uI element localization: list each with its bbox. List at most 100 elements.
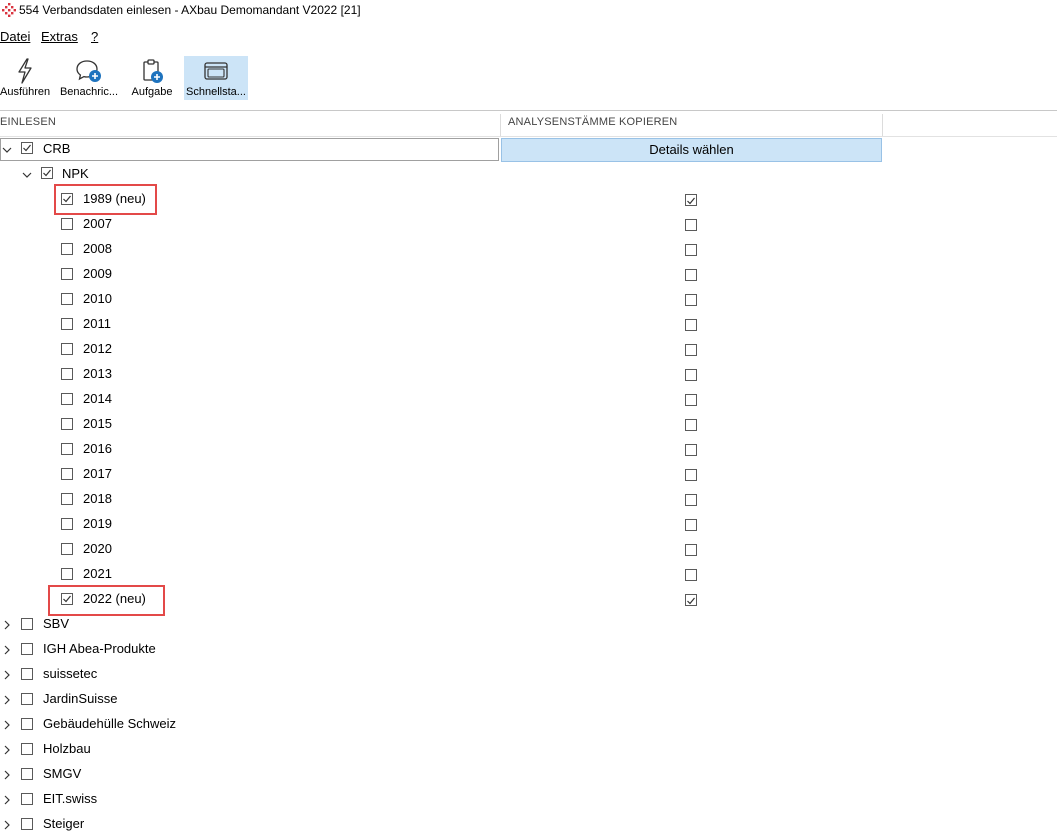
chevron-down-icon[interactable] bbox=[22, 170, 32, 180]
menu-help-label: ? bbox=[91, 29, 99, 44]
tree-row-year[interactable]: 2021 bbox=[0, 562, 499, 587]
column-divider[interactable] bbox=[500, 114, 501, 136]
tree-row-year[interactable]: 2011 bbox=[0, 312, 499, 337]
chevron-right-icon[interactable] bbox=[2, 795, 12, 805]
tree-label-year: 2016 bbox=[83, 441, 112, 456]
tree-label-year: 2020 bbox=[83, 541, 112, 556]
analysis-checkbox[interactable] bbox=[685, 419, 697, 431]
checkbox-year[interactable] bbox=[61, 443, 73, 455]
tree-label-year: 2019 bbox=[83, 516, 112, 531]
tree-row-year[interactable]: 2007 bbox=[0, 212, 499, 237]
chevron-right-icon[interactable] bbox=[2, 770, 12, 780]
menu-datei[interactable]: Datei bbox=[0, 29, 30, 44]
tree-row-group[interactable]: Steiger bbox=[0, 812, 499, 837]
tree-row-year[interactable]: 2018 bbox=[0, 487, 499, 512]
column-header-analysenstaemme[interactable]: ANALYSENSTÄMME KOPIEREN bbox=[508, 116, 677, 136]
checkbox-year[interactable] bbox=[61, 218, 73, 230]
tree-row-year[interactable]: 2019 bbox=[0, 512, 499, 537]
menu-help[interactable]: ? bbox=[91, 29, 98, 44]
checkbox-year[interactable] bbox=[61, 243, 73, 255]
chevron-right-icon[interactable] bbox=[2, 820, 12, 830]
tree-row-year[interactable]: 2008 bbox=[0, 237, 499, 262]
checkbox-group[interactable] bbox=[21, 818, 33, 830]
analysis-checkbox[interactable] bbox=[685, 594, 697, 606]
tree-row-year[interactable]: 2010 bbox=[0, 287, 499, 312]
checkbox-year[interactable] bbox=[61, 343, 73, 355]
analysis-checkbox[interactable] bbox=[685, 444, 697, 456]
analysis-checkbox[interactable] bbox=[685, 519, 697, 531]
tree-label-year: 2014 bbox=[83, 391, 112, 406]
checkbox-crb[interactable] bbox=[21, 142, 33, 154]
lightning-icon bbox=[18, 58, 32, 84]
tree-row-year[interactable]: 2012 bbox=[0, 337, 499, 362]
checkbox-year[interactable] bbox=[61, 293, 73, 305]
checkbox-year[interactable] bbox=[61, 268, 73, 280]
checkbox-year[interactable] bbox=[61, 493, 73, 505]
tree-row-group[interactable]: EIT.swiss bbox=[0, 787, 499, 812]
tree-row-group[interactable]: IGH Abea-Produkte bbox=[0, 637, 499, 662]
analysis-checkbox[interactable] bbox=[685, 294, 697, 306]
analysis-checkbox[interactable] bbox=[685, 344, 697, 356]
checkbox-year[interactable] bbox=[61, 368, 73, 380]
checkbox-group[interactable] bbox=[21, 718, 33, 730]
chevron-right-icon[interactable] bbox=[2, 720, 12, 730]
analysis-checkbox[interactable] bbox=[685, 319, 697, 331]
checkbox-year[interactable] bbox=[61, 468, 73, 480]
checkbox-year[interactable] bbox=[61, 393, 73, 405]
tree-row-group[interactable]: Gebäudehülle Schweiz bbox=[0, 712, 499, 737]
tree-row-year[interactable]: 2014 bbox=[0, 387, 499, 412]
checkbox-group[interactable] bbox=[21, 693, 33, 705]
checkbox-year[interactable] bbox=[61, 418, 73, 430]
checkbox-year[interactable] bbox=[61, 568, 73, 580]
analysis-checkbox[interactable] bbox=[685, 544, 697, 556]
chevron-down-icon[interactable] bbox=[2, 145, 12, 155]
analysis-checkbox[interactable] bbox=[685, 394, 697, 406]
analysis-checkbox[interactable] bbox=[685, 269, 697, 281]
checkbox-year[interactable] bbox=[61, 518, 73, 530]
menu-extras[interactable]: Extras bbox=[41, 29, 78, 44]
checkmark-icon bbox=[687, 197, 695, 205]
checkbox-group[interactable] bbox=[21, 668, 33, 680]
checkbox-group[interactable] bbox=[21, 793, 33, 805]
tree-row-group[interactable]: suissetec bbox=[0, 662, 499, 687]
tree-row-year[interactable]: 2017 bbox=[0, 462, 499, 487]
aufgabe-button[interactable]: Aufgabe bbox=[128, 56, 176, 100]
tree-row-year[interactable]: 2016 bbox=[0, 437, 499, 462]
column-divider[interactable] bbox=[882, 114, 883, 136]
checkbox-year[interactable] bbox=[61, 543, 73, 555]
tree-row-group[interactable]: SBV bbox=[0, 612, 499, 637]
analysis-checkbox[interactable] bbox=[685, 244, 697, 256]
analysis-checkbox[interactable] bbox=[685, 369, 697, 381]
column-header-einlesen[interactable]: EINLESEN bbox=[0, 116, 56, 136]
analysis-checkbox[interactable] bbox=[685, 219, 697, 231]
checkbox-group[interactable] bbox=[21, 743, 33, 755]
highlight-box-1989 bbox=[54, 184, 157, 215]
checkbox-group[interactable] bbox=[21, 618, 33, 630]
tree-row-year[interactable]: 2015 bbox=[0, 412, 499, 437]
analysis-checkbox[interactable] bbox=[685, 569, 697, 581]
benachrichtigung-button[interactable]: Benachric... bbox=[57, 56, 121, 100]
schnellstart-button[interactable]: Schnellsta... bbox=[184, 56, 248, 100]
analysis-checkbox[interactable] bbox=[685, 494, 697, 506]
checkbox-npk[interactable] bbox=[41, 167, 53, 179]
analysis-checkbox[interactable] bbox=[685, 469, 697, 481]
checkbox-year[interactable] bbox=[61, 318, 73, 330]
chevron-right-icon[interactable] bbox=[2, 645, 12, 655]
checkbox-group[interactable] bbox=[21, 643, 33, 655]
tree-row-group[interactable]: JardinSuisse bbox=[0, 687, 499, 712]
tree-row-group[interactable]: SMGV bbox=[0, 762, 499, 787]
tree-row-crb[interactable]: CRB bbox=[0, 137, 499, 162]
tree-row-group[interactable]: Holzbau bbox=[0, 737, 499, 762]
ausfuehren-button[interactable]: Ausführen bbox=[0, 56, 50, 100]
chevron-right-icon[interactable] bbox=[2, 620, 12, 630]
chevron-right-icon[interactable] bbox=[2, 695, 12, 705]
analysis-checkbox[interactable] bbox=[685, 194, 697, 206]
checkbox-group[interactable] bbox=[21, 768, 33, 780]
chevron-right-icon[interactable] bbox=[2, 670, 12, 680]
schnellstart-label: Schnellsta... bbox=[186, 86, 246, 98]
tree-row-year[interactable]: 2013 bbox=[0, 362, 499, 387]
tree-row-year[interactable]: 2009 bbox=[0, 262, 499, 287]
tree-row-year[interactable]: 2020 bbox=[0, 537, 499, 562]
chevron-right-icon[interactable] bbox=[2, 745, 12, 755]
details-waehlen-button[interactable]: Details wählen bbox=[501, 138, 882, 162]
